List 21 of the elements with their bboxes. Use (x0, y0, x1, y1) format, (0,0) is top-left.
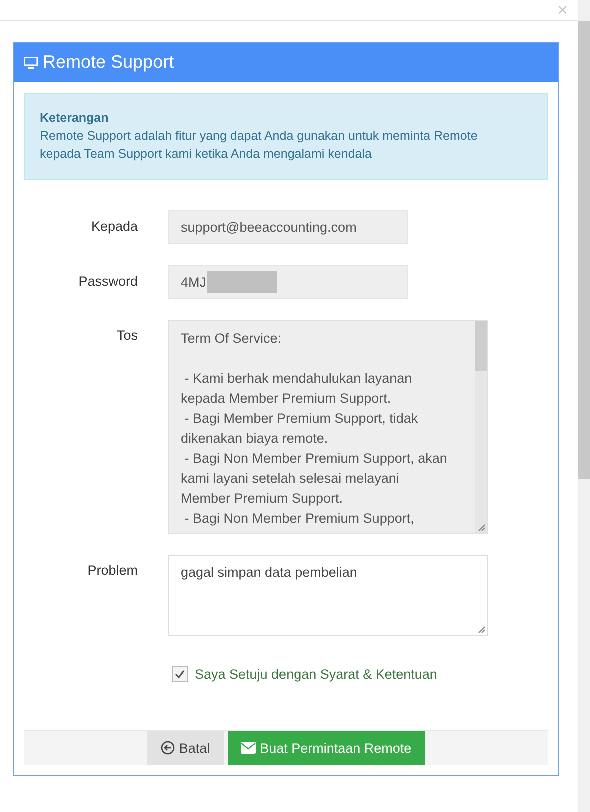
problem-field[interactable]: gagal simpan data pembelian (168, 555, 488, 636)
field-label: Tos (116, 327, 138, 343)
field-label: Password (78, 273, 138, 289)
info-text: Remote Support adalah fitur yang dapat Anda gunakan untuk meminta Remote kepada Team Support kami ketika Anda mengalami kendala (40, 128, 479, 163)
field-label: Kepada (90, 218, 138, 234)
scrollbar[interactable] (578, 0, 590, 812)
scrollbar[interactable] (475, 321, 487, 533)
info-heading: Keterangan (40, 110, 110, 127)
field-label: Problem (86, 562, 138, 578)
cancel-button[interactable]: Batal (147, 731, 224, 765)
agree-checkbox[interactable] (172, 666, 188, 682)
monitor-icon (24, 56, 38, 68)
checkmark-icon (175, 670, 185, 678)
panel-title: Remote Support (43, 52, 174, 73)
terms-field[interactable]: Term Of Service: - Kami berhak mendahulukan layanan kepada Member Premium Support. - Bagi Member Premium Support, tidak dikenakan biaya remote. - Bagi Non Member Premium Support, akan kami layani setelah selesai melayani Member Premium Support. - Bagi Non Member Premium Support, (168, 320, 488, 534)
agree-label: Saya Setuju dengan Syarat & Ketentuan (195, 666, 438, 682)
resize-grip-icon[interactable] (478, 524, 486, 532)
input-field[interactable]: 4MJ (168, 265, 408, 299)
input-field[interactable]: support@beeaccounting.com (168, 210, 408, 244)
resize-grip-icon[interactable] (478, 626, 486, 634)
envelope-icon (241, 742, 256, 754)
